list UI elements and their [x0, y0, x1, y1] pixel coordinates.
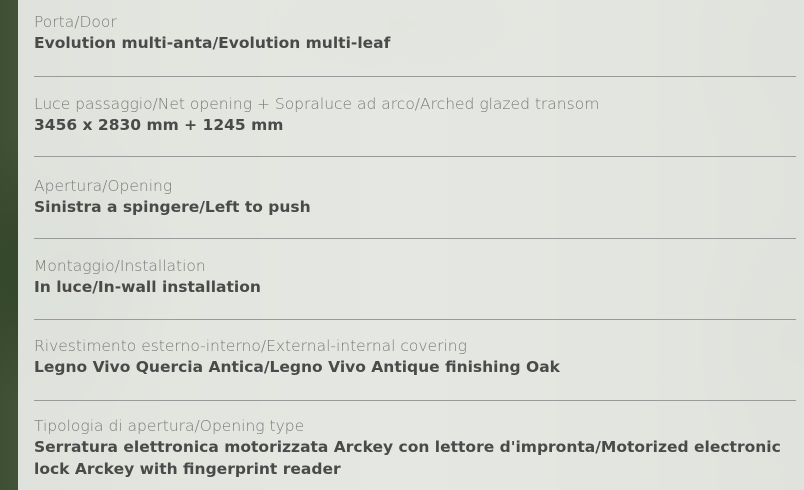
spec-item-door: Porta/Door Evolution multi-anta/Evolutio…: [34, 12, 796, 77]
spec-label: Apertura/Opening: [34, 177, 173, 195]
spec-value: 3456 x 2830 mm + 1245 mm: [34, 116, 284, 134]
spec-panel: Porta/Door Evolution multi-anta/Evolutio…: [18, 0, 804, 490]
spec-value: Legno Vivo Quercia Antica/Legno Vivo Ant…: [34, 358, 560, 376]
spec-label: Porta/Door: [34, 13, 117, 31]
spec-label: Rivestimento esterno-interno/External-in…: [34, 337, 467, 355]
spec-label: Tipologia di apertura/Opening type: [34, 417, 305, 435]
spec-label: Montaggio/Installation: [34, 257, 206, 275]
spec-value: Sinistra a spingere/Left to push: [34, 198, 311, 216]
spec-item-covering: Rivestimento esterno-interno/External-in…: [34, 336, 796, 401]
spec-label: Luce passaggio/Net opening + Sopraluce a…: [34, 95, 600, 113]
spec-value: In luce/In-wall installation: [34, 278, 261, 296]
spec-value: Evolution multi-anta/Evolution multi-lea…: [34, 34, 391, 52]
spec-value: Serratura elettronica motorizzata Arckey…: [34, 438, 781, 478]
spec-item-opening: Apertura/Opening Sinistra a spingere/Lef…: [34, 176, 796, 239]
spec-item-opening-type: Tipologia di apertura/Opening type Serra…: [34, 416, 796, 490]
spec-item-net-opening: Luce passaggio/Net opening + Sopraluce a…: [34, 94, 796, 157]
spec-item-installation: Montaggio/Installation In luce/In-wall i…: [34, 256, 796, 320]
